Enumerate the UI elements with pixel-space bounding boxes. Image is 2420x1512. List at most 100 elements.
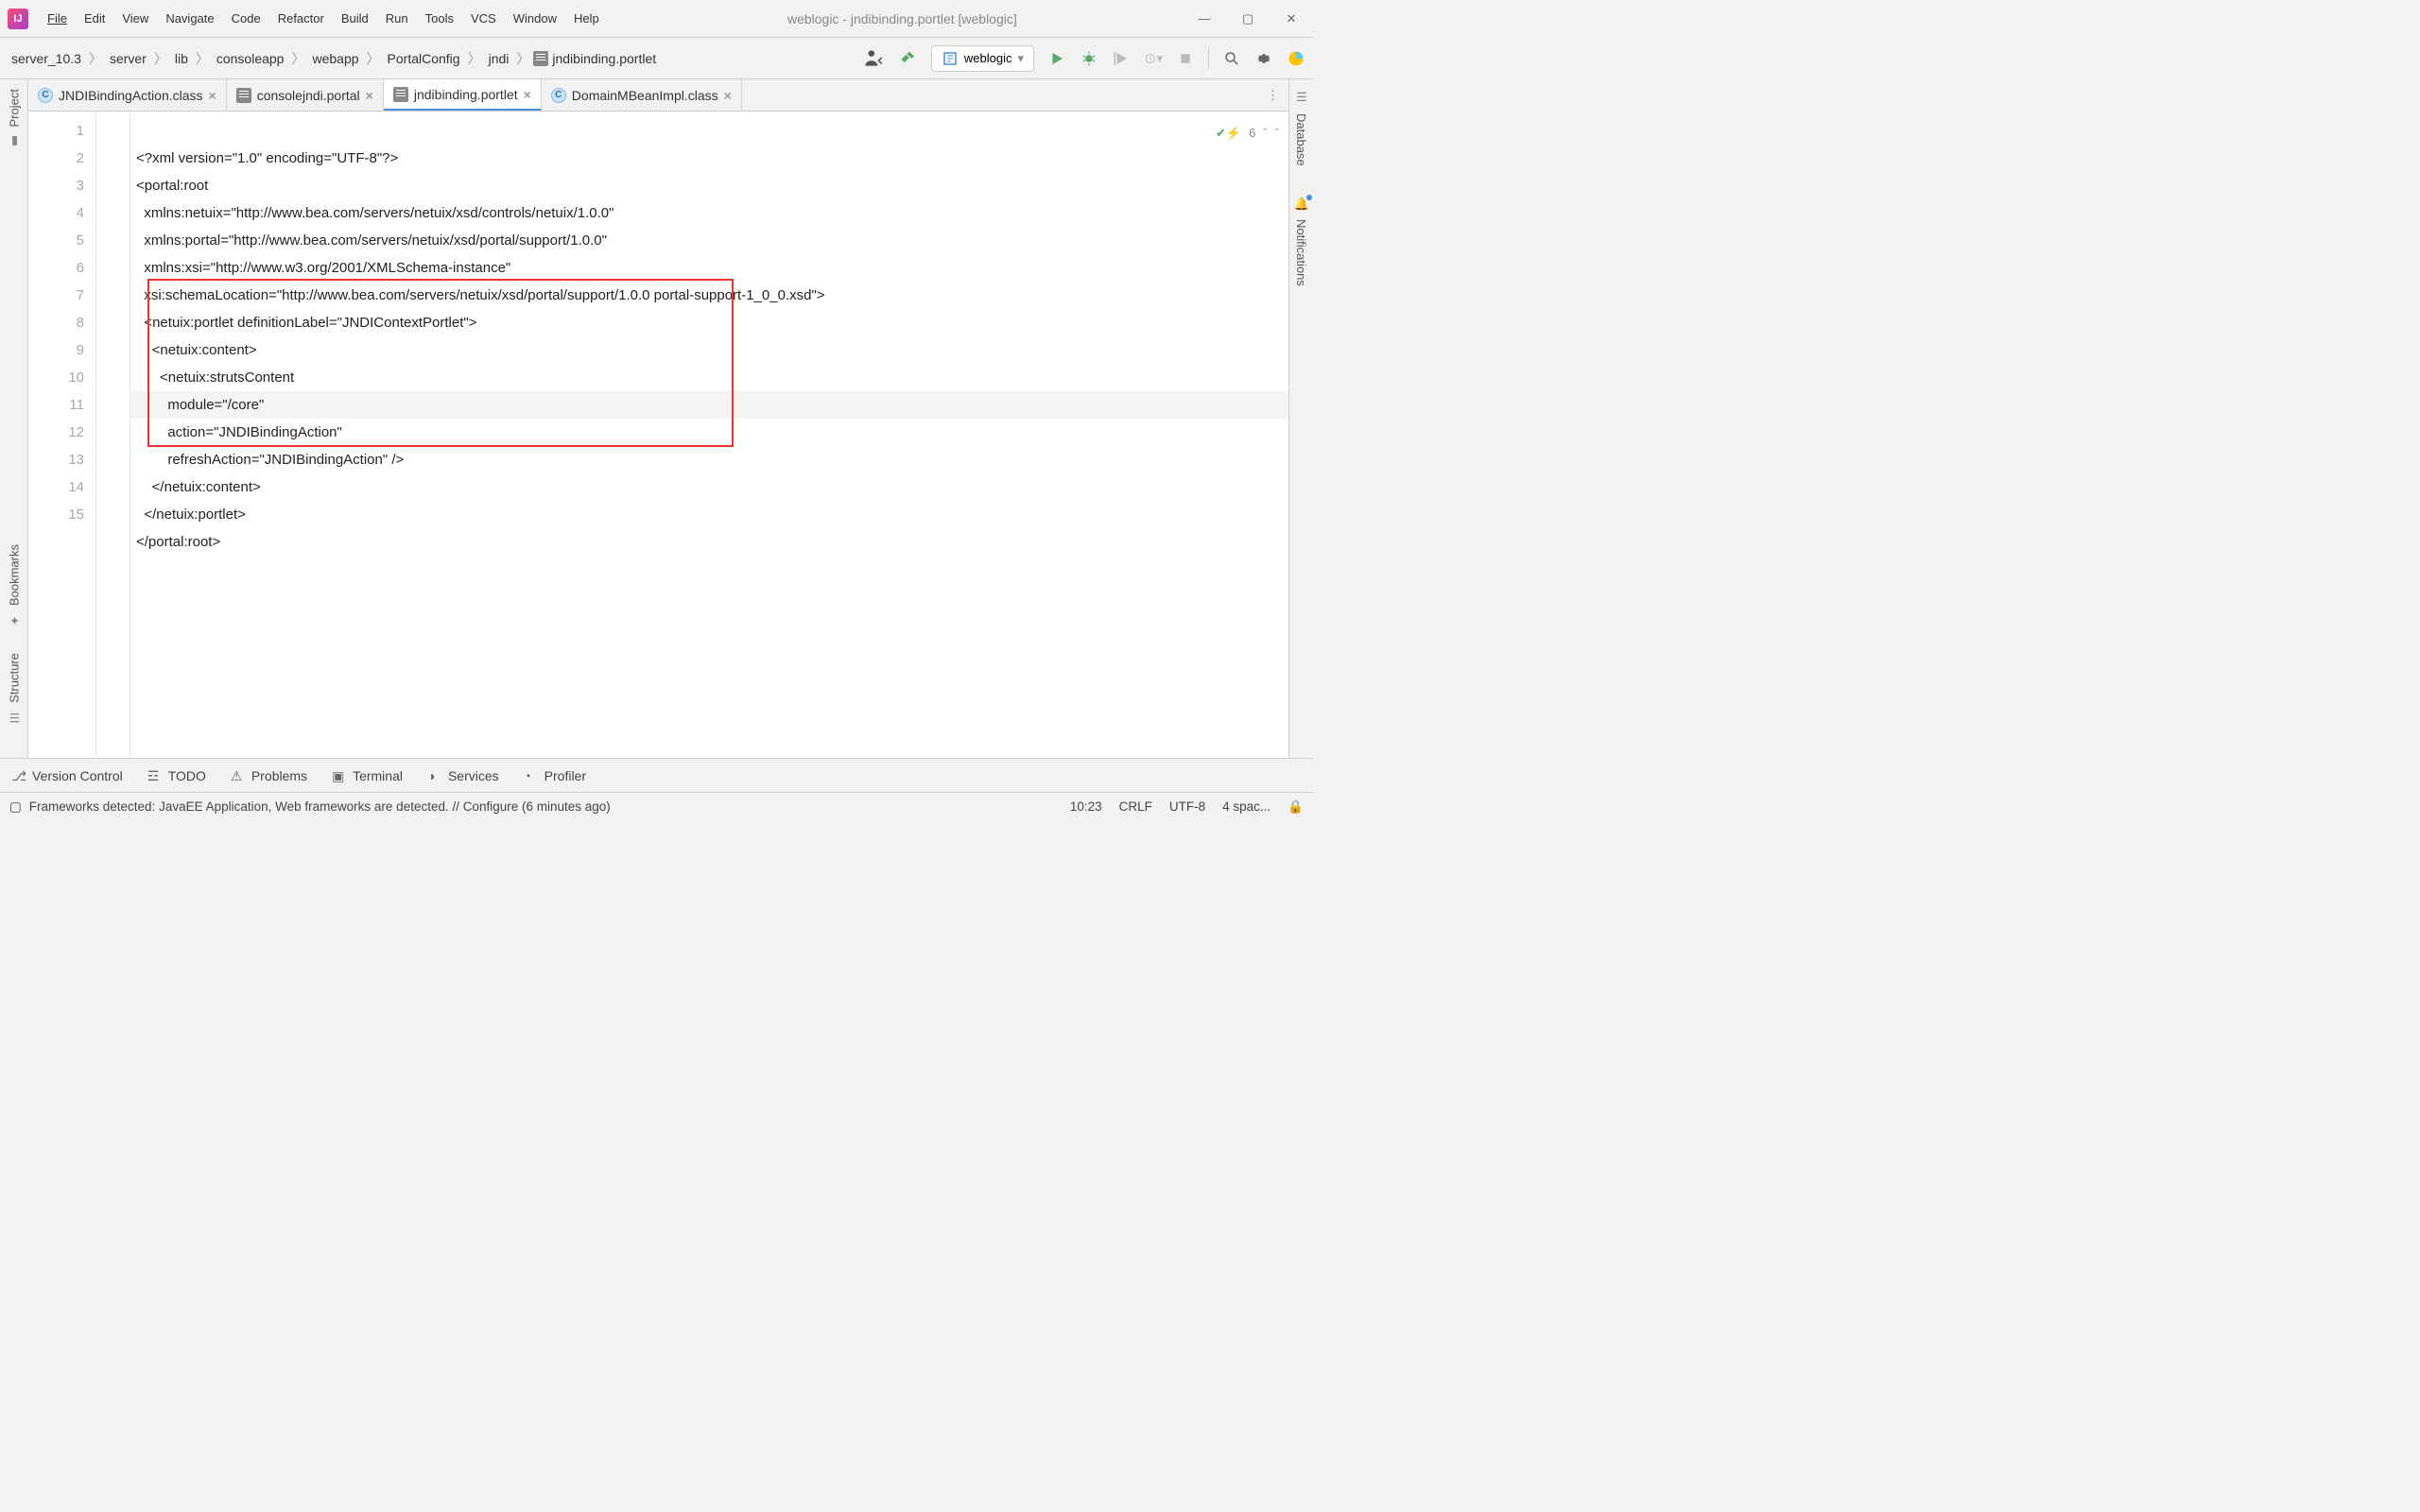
breadcrumb-item[interactable]: server_10.3 — [8, 49, 85, 68]
breadcrumb-item[interactable]: jndi — [485, 49, 513, 68]
branch-icon: ⎇ — [11, 768, 26, 783]
editor-tab[interactable]: CJNDIBindingAction.class× — [28, 79, 227, 111]
code-line: </netuix:content> — [136, 479, 261, 495]
status-indent[interactable]: 4 spac... — [1222, 799, 1270, 814]
status-cursor[interactable]: 10:23 — [1070, 799, 1102, 814]
left-tool-stripe: ▮Project ✦Bookmarks ☰Structure — [0, 79, 28, 758]
menu-edit[interactable]: Edit — [77, 8, 112, 29]
run-config-selector[interactable]: weblogic ▾ — [931, 45, 1034, 72]
tool-terminal[interactable]: ▣Terminal — [332, 768, 403, 783]
stop-icon[interactable] — [1176, 49, 1195, 68]
tool-problems[interactable]: ⚠Problems — [231, 768, 307, 783]
tool-database[interactable]: ☰Database — [1293, 85, 1310, 172]
code-line: <netuix:strutsContent — [136, 369, 294, 386]
tool-window-toggle-icon[interactable]: ▢ — [9, 799, 22, 815]
chevron-right-icon: 〉 — [516, 49, 529, 68]
code-with-me-icon[interactable] — [861, 46, 886, 71]
code-line: <portal:root — [136, 178, 208, 194]
profile-icon[interactable]: ▾ — [1144, 49, 1163, 68]
minimize-button[interactable]: — — [1198, 12, 1211, 26]
build-icon[interactable] — [899, 49, 918, 68]
tool-todo[interactable]: ☲TODO — [147, 768, 206, 783]
tool-bookmarks[interactable]: ✦Bookmarks — [7, 539, 22, 632]
breadcrumb-item[interactable]: server — [106, 49, 150, 68]
editor-tab-active[interactable]: jndibinding.portlet× — [384, 79, 542, 111]
chevron-down-icon[interactable]: ˇ — [1275, 119, 1279, 146]
chevron-up-icon[interactable]: ˆ — [1263, 119, 1267, 146]
main-area: ▮Project ✦Bookmarks ☰Structure CJNDIBind… — [0, 79, 1313, 758]
menu-run[interactable]: Run — [378, 8, 416, 29]
menu-vcs[interactable]: VCS — [463, 8, 504, 29]
editor[interactable]: 123456789101112131415 <?xml version="1.0… — [28, 112, 1288, 758]
file-icon — [393, 87, 408, 102]
editor-column: CJNDIBindingAction.class× consolejndi.po… — [28, 79, 1288, 758]
app-icon: IJ — [8, 9, 28, 29]
notification-dot-icon — [1306, 195, 1312, 200]
menu-help[interactable]: Help — [566, 8, 607, 29]
close-icon[interactable]: × — [209, 88, 216, 103]
inspection-widget[interactable]: ✔⚡ 6 ˆ ˇ — [1216, 119, 1279, 146]
breadcrumb-item[interactable]: consoleapp — [213, 49, 288, 68]
run-icon[interactable] — [1047, 49, 1066, 68]
menu-view[interactable]: View — [114, 8, 156, 29]
tool-profiler[interactable]: ◔Profiler — [524, 768, 586, 783]
status-message[interactable]: ▢ Frameworks detected: JavaEE Applicatio… — [9, 799, 1061, 815]
tool-structure[interactable]: ☰Structure — [7, 647, 22, 730]
code-line: xmlns:portal="http://www.bea.com/servers… — [136, 232, 607, 249]
fold-gutter — [96, 112, 130, 758]
toolbar-actions: weblogic ▾ ▾ — [861, 45, 1305, 72]
coverage-icon[interactable] — [1112, 49, 1131, 68]
code-line-current: module="/core" — [130, 391, 1288, 419]
menu-code[interactable]: Code — [224, 8, 268, 29]
status-bar: ▢ Frameworks detected: JavaEE Applicatio… — [0, 792, 1313, 820]
breadcrumb: server_10.3〉 server〉 lib〉 consoleapp〉 we… — [8, 49, 854, 68]
code-line: <?xml version="1.0" encoding="UTF-8"?> — [136, 150, 398, 166]
menu-window[interactable]: Window — [506, 8, 564, 29]
gear-icon[interactable] — [1254, 49, 1273, 68]
close-icon[interactable]: × — [524, 87, 531, 102]
debug-icon[interactable] — [1080, 49, 1098, 68]
bottom-tool-bar: ⎇Version Control ☲TODO ⚠Problems ▣Termin… — [0, 758, 1313, 792]
class-icon: C — [551, 88, 566, 103]
code-area[interactable]: <?xml version="1.0" encoding="UTF-8"?> <… — [130, 112, 1288, 758]
breadcrumb-item[interactable]: lib — [171, 49, 192, 68]
code-line: <netuix:portlet definitionLabel="JNDICon… — [136, 315, 476, 331]
close-icon[interactable]: × — [366, 88, 373, 103]
editor-tab[interactable]: CDomainMBeanImpl.class× — [542, 79, 742, 111]
chevron-right-icon: 〉 — [468, 49, 481, 68]
terminal-icon: ▣ — [332, 768, 347, 783]
code-line: action="JNDIBindingAction" — [136, 424, 342, 440]
chevron-right-icon: 〉 — [367, 49, 380, 68]
breadcrumb-item-current[interactable]: jndibinding.portlet — [533, 51, 656, 66]
breadcrumb-item[interactable]: webapp — [308, 49, 362, 68]
titlebar: IJ File Edit View Navigate Code Refactor… — [0, 0, 1313, 38]
status-encoding[interactable]: UTF-8 — [1169, 799, 1205, 814]
file-icon — [236, 88, 251, 103]
menu-file[interactable]: File — [40, 8, 75, 29]
code-line: xmlns:xsi="http://www.w3.org/2001/XMLSch… — [136, 260, 510, 276]
tabs-more-icon[interactable]: ⋮ — [1257, 79, 1288, 111]
code-line: </portal:root> — [136, 534, 220, 550]
breadcrumb-item[interactable]: PortalConfig — [384, 49, 464, 68]
lock-icon[interactable]: 🔒 — [1288, 799, 1304, 815]
tool-notifications[interactable]: 🔔Notifications — [1293, 191, 1310, 292]
inspection-count: 6 — [1249, 119, 1255, 146]
ide-logo-icon[interactable] — [1287, 49, 1305, 68]
close-button[interactable]: ✕ — [1285, 12, 1298, 26]
search-icon[interactable] — [1222, 49, 1241, 68]
tool-services[interactable]: ◑Services — [427, 768, 499, 783]
menu-navigate[interactable]: Navigate — [158, 8, 221, 29]
menu-tools[interactable]: Tools — [418, 8, 461, 29]
maximize-button[interactable]: ▢ — [1241, 12, 1254, 26]
status-right: 10:23 CRLF UTF-8 4 spac... 🔒 — [1070, 799, 1304, 815]
editor-tab[interactable]: consolejndi.portal× — [227, 79, 384, 111]
status-line-sep[interactable]: CRLF — [1119, 799, 1152, 814]
right-tool-stripe: ☰Database 🔔Notifications — [1288, 79, 1313, 758]
menu-build[interactable]: Build — [334, 8, 376, 29]
close-icon[interactable]: × — [724, 88, 732, 103]
tool-project[interactable]: ▮Project — [7, 83, 22, 153]
services-icon: ◑ — [427, 768, 442, 783]
warn-icon: ⚠ — [231, 768, 246, 783]
menu-refactor[interactable]: Refactor — [270, 8, 332, 29]
tool-version-control[interactable]: ⎇Version Control — [11, 768, 123, 783]
